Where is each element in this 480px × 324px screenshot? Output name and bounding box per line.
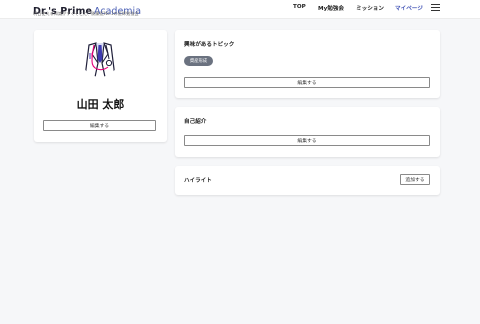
intro-card: 自己紹介 編集する	[175, 107, 440, 157]
topics-title: 興味があるトピック	[184, 42, 235, 48]
edit-profile-button[interactable]: 編集する	[43, 120, 156, 131]
topic-tag[interactable]: 資産形成	[184, 56, 213, 66]
edit-intro-button[interactable]: 編集する	[184, 135, 430, 146]
profile-name: 山田 太郎	[76, 98, 125, 111]
intro-title: 自己紹介	[184, 119, 207, 125]
highlight-card: ハイライト 追加する	[175, 166, 440, 195]
edit-topics-button[interactable]: 編集する	[184, 77, 430, 88]
highlight-title: ハイライト	[184, 178, 212, 184]
nav-my-study-groups[interactable]: My勉強会	[318, 4, 344, 12]
add-highlight-button[interactable]: 追加する	[400, 174, 430, 185]
hamburger-menu-icon[interactable]	[431, 4, 440, 12]
avatar	[81, 39, 119, 77]
nav-top[interactable]: TOP	[293, 4, 306, 10]
nav-mission[interactable]: ミッション	[356, 4, 384, 12]
nav-my-page[interactable]: マイページ	[395, 4, 423, 12]
doctor-coat-stethoscope-icon	[84, 42, 116, 77]
site-tagline: 明日使える知識がすぐそこに、開業医No.1の医師勉強会	[33, 11, 139, 16]
site-header: Dr.'s Prime Academia 明日使える知識がすぐそこに、開業医No.…	[0, 0, 480, 19]
topics-card: 興味があるトピック 資産形成 編集する	[175, 30, 440, 98]
profile-card: 山田 太郎 編集する	[34, 30, 167, 142]
